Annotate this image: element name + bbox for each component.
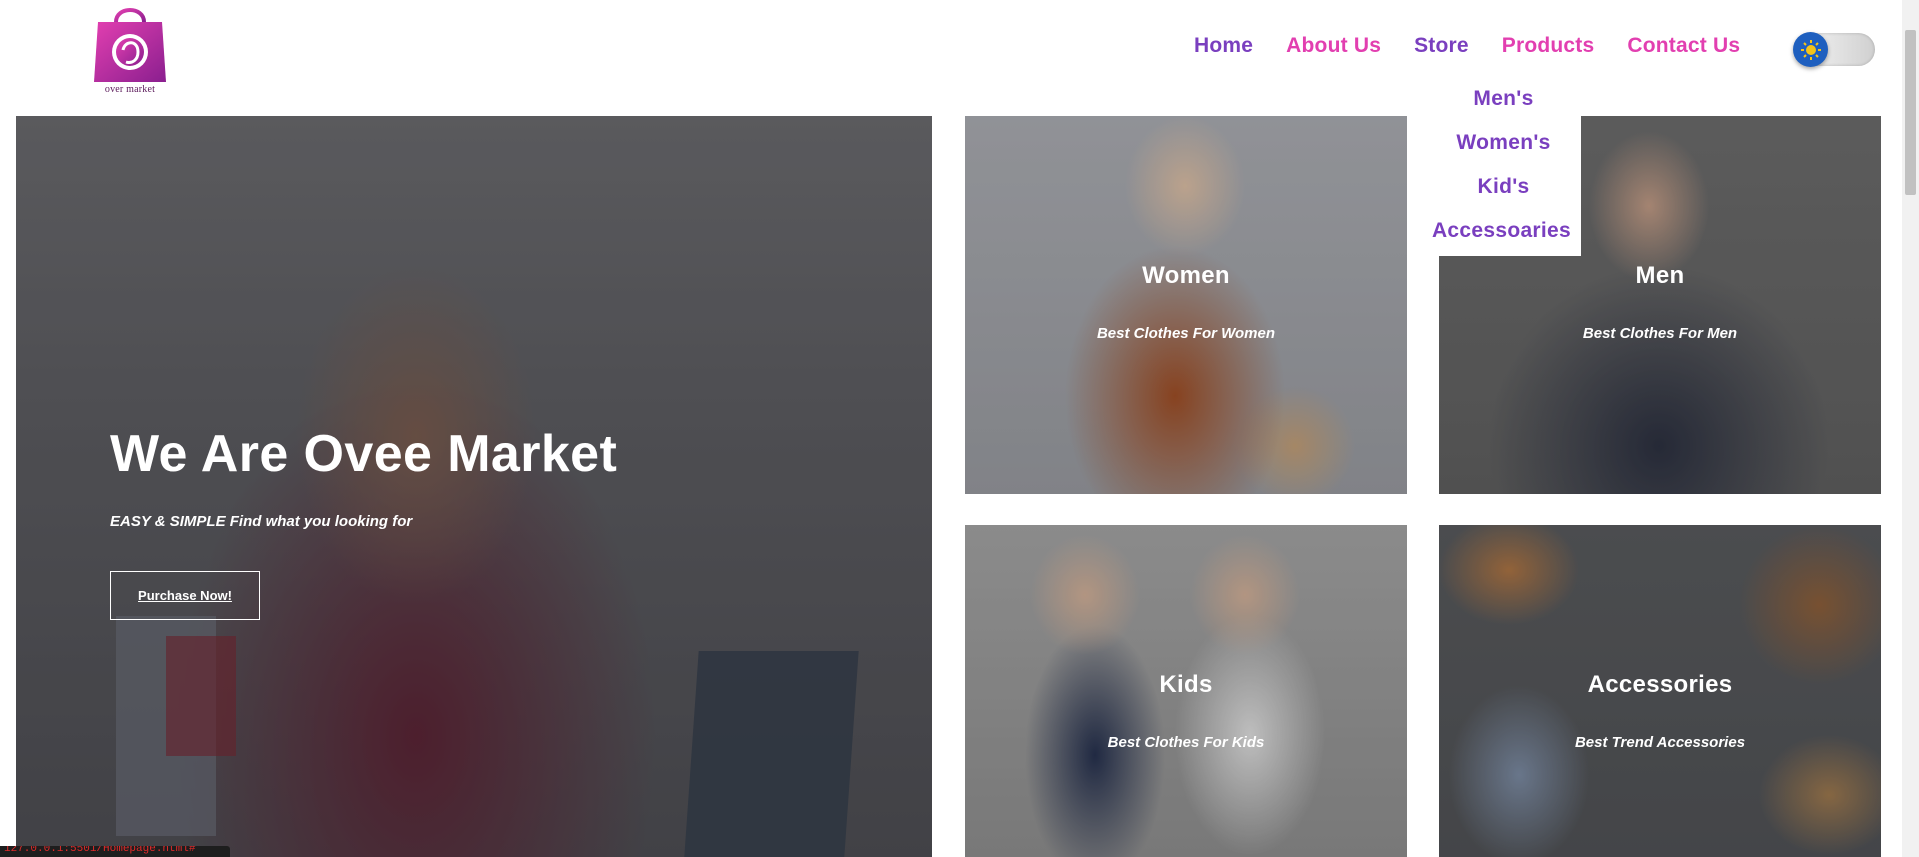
dropdown-item-mens[interactable]: Men's [1426,88,1581,132]
dropdown-item-accessories[interactable]: Accessoaries [1422,220,1581,264]
category-card-kids[interactable]: Kids Best Clothes For Kids [965,525,1407,857]
theme-toggle[interactable] [1793,32,1875,67]
scrollbar-thumb[interactable] [1905,30,1916,195]
dropdown-item-womens[interactable]: Women's [1426,132,1581,176]
nav-products[interactable]: Products [1502,34,1595,58]
nav-about-us[interactable]: About Us [1286,34,1381,58]
card-subtitle: Best Trend Accessories [1574,734,1746,751]
card-subtitle: Best Clothes For Women [1096,325,1276,342]
category-card-accessories[interactable]: Accessories Best Trend Accessories [1439,525,1881,857]
category-card-women[interactable]: Women Best Clothes For Women [965,116,1407,494]
status-url-text: 127.0.0.1:5501/Homepage.html# [4,846,196,855]
store-dropdown-menu: Men's Women's Kid's Accessoaries [1426,80,1581,256]
link-status-bar: 127.0.0.1:5501/Homepage.html# [0,846,230,857]
card-title: Kids [1159,671,1213,698]
card-overlay [965,116,1407,494]
card-title: Women [1142,262,1230,289]
card-title: Accessories [1587,671,1733,698]
card-subtitle: Best Clothes For Men [1582,325,1738,342]
hero-banner [16,116,932,857]
hero-image-shape [116,616,216,836]
toggle-knob [1793,32,1828,67]
shopping-bag-logo-icon [94,8,166,82]
nav-store[interactable]: Store [1414,34,1469,58]
sun-icon [1800,39,1821,60]
nav-home[interactable]: Home [1194,34,1253,58]
card-title: Men [1635,262,1685,289]
purchase-now-button[interactable]: Purchase Now! [110,571,260,620]
hero-subtitle: EASY & SIMPLE Find what you looking for [110,513,413,530]
hero-image-shape [683,651,859,857]
hero-image-shape [166,636,236,756]
main-nav: Home About Us Store Products Contact Us [1194,34,1740,58]
nav-contact-us[interactable]: Contact Us [1627,34,1740,58]
card-subtitle: Best Clothes For Kids [1107,734,1265,751]
dropdown-item-kids[interactable]: Kid's [1426,176,1581,220]
logo-text: over market [104,84,156,95]
site-logo[interactable]: over market [88,0,172,100]
page-scrollbar[interactable] [1902,0,1919,857]
hero-title: We Are Ovee Market [110,425,618,483]
